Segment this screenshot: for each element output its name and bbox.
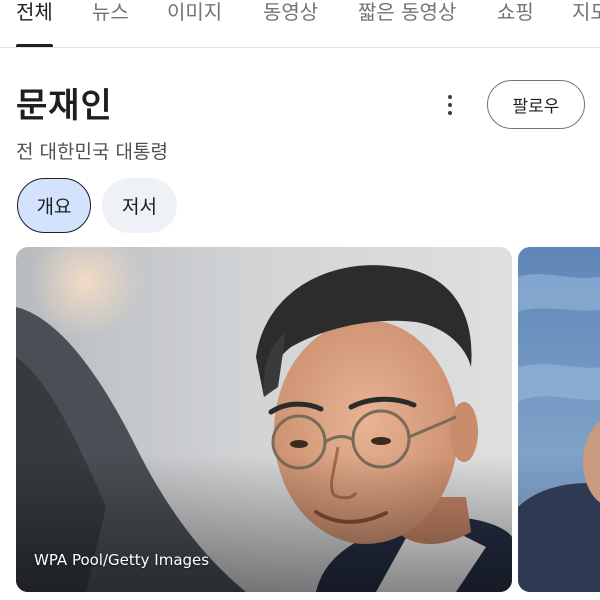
image-credit: WPA Pool/Getty Images: [34, 551, 210, 569]
entity-photo-next[interactable]: [518, 247, 600, 592]
entity-subtitle: 전 대한민국 대통령: [16, 141, 168, 163]
entity-photo[interactable]: [16, 247, 512, 592]
chip-overview[interactable]: 개요: [17, 178, 91, 233]
entity-title: 문재인: [16, 86, 113, 126]
active-tab-indicator: [16, 44, 53, 47]
tab-news[interactable]: 뉴스: [92, 0, 129, 25]
tab-all[interactable]: 전체: [16, 0, 53, 25]
chip-works[interactable]: 저서: [102, 178, 177, 233]
tab-shopping[interactable]: 쇼핑: [497, 0, 534, 25]
tab-videos[interactable]: 동영상: [263, 0, 318, 25]
tab-short-videos[interactable]: 짧은 동영상: [358, 0, 456, 25]
more-options-icon[interactable]: [434, 88, 466, 122]
follow-button[interactable]: 팔로우: [487, 80, 585, 129]
tab-maps[interactable]: 지도: [572, 0, 600, 25]
search-tabs: 전체 뉴스 이미지 동영상 짧은 동영상 쇼핑 지도: [0, 0, 600, 48]
tab-images[interactable]: 이미지: [167, 0, 222, 25]
